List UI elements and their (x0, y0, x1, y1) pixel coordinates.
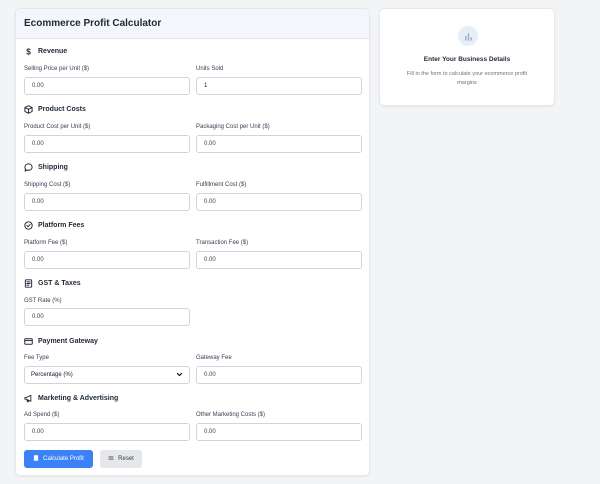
other-marketing-label: Other Marketing Costs ($) (196, 412, 266, 418)
calculate-profit-button[interactable]: Calculate Profit (24, 450, 93, 468)
transaction-fee-label: Transaction Fee ($) (196, 240, 249, 246)
reset-button[interactable]: Reset (100, 450, 142, 468)
section-platform-fees: Platform Fees (24, 221, 84, 230)
section-product-costs: Product Costs (24, 105, 86, 114)
ad-spend-label: Ad Spend ($) (24, 412, 60, 418)
gst-rate-label: GST Rate (%) (24, 298, 62, 304)
fulfillment-cost-input[interactable]: 0.00 (196, 193, 362, 211)
platform-fee-input[interactable]: 0.00 (24, 251, 190, 269)
product-cost-label: Product Cost per Unit ($) (24, 124, 91, 130)
section-payment-gateway: Payment Gateway (24, 337, 98, 346)
calculator-icon (33, 455, 39, 463)
fee-type-label: Fee Type (24, 355, 49, 361)
other-marketing-input[interactable]: 0.00 (196, 423, 362, 441)
gateway-fee-input[interactable]: 0.00 (196, 366, 362, 384)
megaphone-icon (24, 394, 33, 403)
packaging-cost-label: Packaging Cost per Unit ($) (196, 124, 270, 130)
ad-spend-input[interactable]: 0.00 (24, 423, 190, 441)
section-title: Payment Gateway (38, 338, 98, 345)
section-title: Marketing & Advertising (38, 395, 119, 402)
page-title: Ecommerce Profit Calculator (24, 18, 162, 29)
gateway-fee-label: Gateway Fee (196, 355, 232, 361)
section-revenue: $ Revenue (24, 47, 67, 56)
gst-rate-input[interactable]: 0.00 (24, 308, 190, 326)
fee-type-selected: Percentage (%) (31, 372, 73, 378)
fee-type-select[interactable]: Percentage (%) (24, 366, 190, 384)
fulfillment-cost-label: Fulfillment Cost ($) (196, 182, 247, 188)
product-cost-input[interactable]: 0.00 (24, 135, 190, 153)
svg-text:$: $ (26, 48, 31, 56)
section-title: Revenue (38, 48, 68, 55)
shipping-cost-label: Shipping Cost ($) (24, 182, 71, 188)
section-shipping: Shipping (24, 163, 68, 172)
section-marketing: Marketing & Advertising (24, 394, 118, 403)
results-description: Fill in the form to calculate your ecomm… (406, 71, 528, 86)
selling-price-input[interactable]: 0.00 (24, 77, 190, 95)
section-title: Platform Fees (38, 222, 85, 229)
calculate-profit-label: Calculate Profit (43, 456, 84, 462)
transaction-fee-input[interactable]: 0.00 (196, 251, 362, 269)
section-gst-taxes: GST & Taxes (24, 279, 81, 288)
bar-chart-icon (458, 26, 478, 46)
chat-bubble-icon (24, 163, 33, 172)
calculator-header: Ecommerce Profit Calculator (16, 9, 369, 39)
results-panel: Enter Your Business Details Fill in the … (379, 8, 555, 106)
calculator-card: Ecommerce Profit Calculator $ Revenue Se… (15, 8, 370, 476)
reset-label: Reset (118, 456, 134, 462)
section-title: Shipping (38, 164, 68, 171)
credit-card-icon (24, 337, 33, 346)
box-icon (24, 105, 33, 114)
reset-icon (108, 455, 114, 463)
dollar-icon: $ (24, 47, 33, 56)
chevron-down-icon (176, 371, 183, 380)
receipt-icon (24, 279, 33, 288)
percent-circle-icon (24, 221, 33, 230)
units-sold-label: Units Sold (196, 66, 224, 72)
platform-fee-label: Platform Fee ($) (24, 240, 68, 246)
shipping-cost-input[interactable]: 0.00 (24, 193, 190, 211)
packaging-cost-input[interactable]: 0.00 (196, 135, 362, 153)
section-title: Product Costs (38, 106, 86, 113)
results-title: Enter Your Business Details (423, 56, 511, 63)
selling-price-label: Selling Price per Unit ($) (24, 66, 90, 72)
units-sold-input[interactable]: 1 (196, 77, 362, 95)
section-title: GST & Taxes (38, 280, 81, 287)
